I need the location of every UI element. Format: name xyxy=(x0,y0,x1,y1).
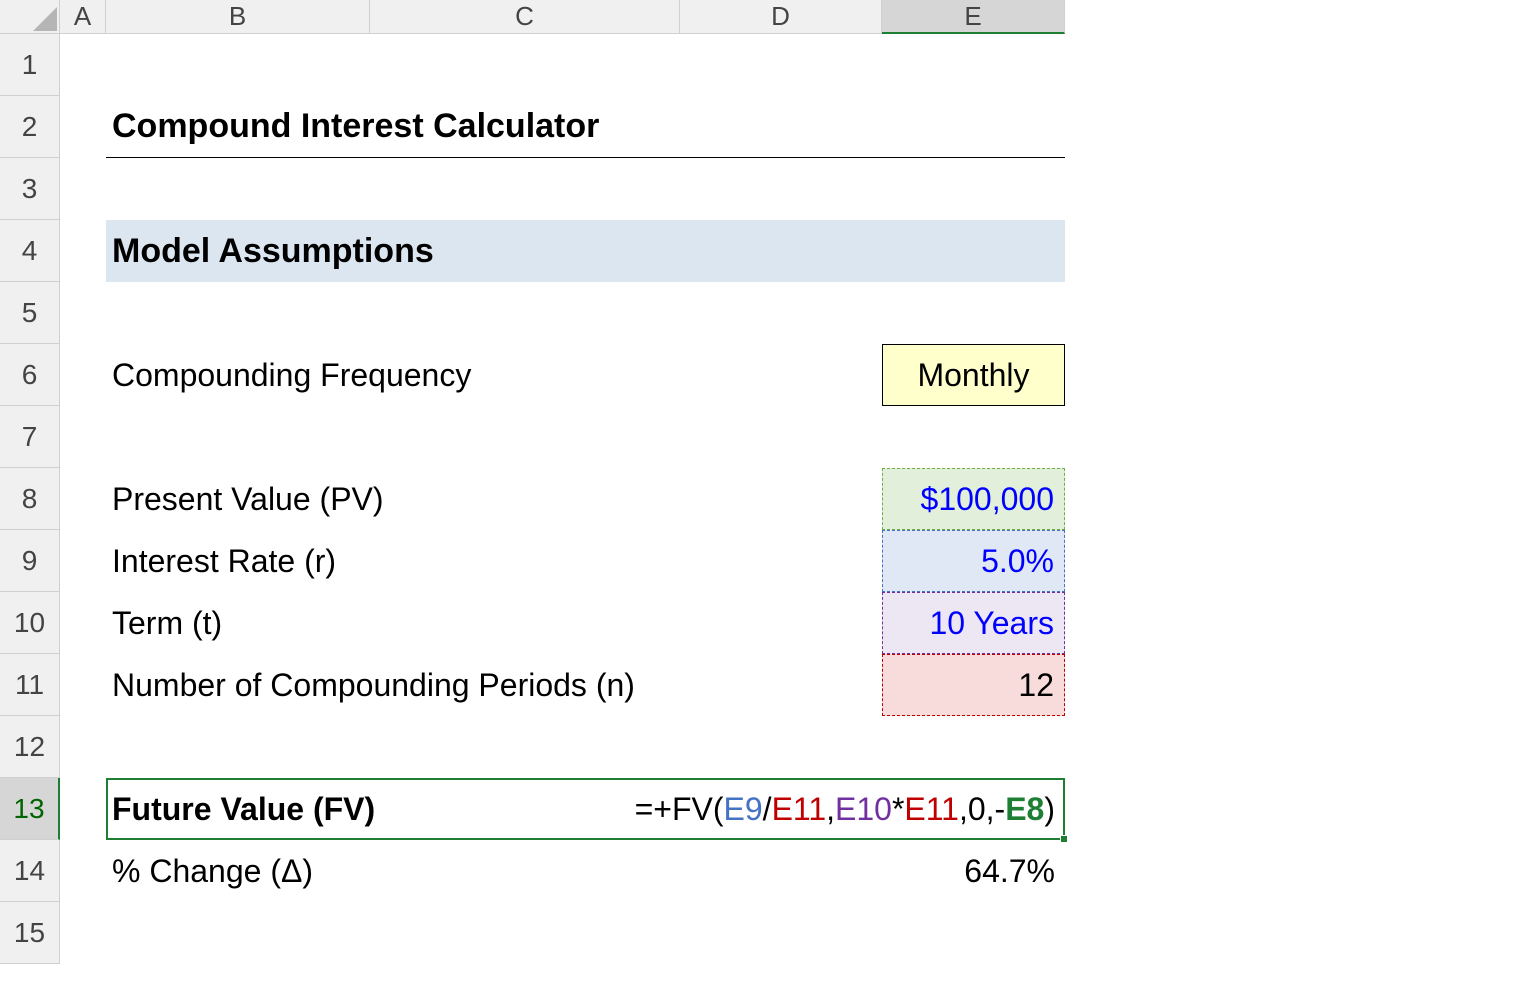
col-header-E[interactable]: E xyxy=(882,0,1065,34)
row-header-5[interactable]: 5 xyxy=(0,282,60,344)
cell-section-header[interactable]: Model Assumptions xyxy=(106,220,1065,282)
label-interest-rate[interactable]: Interest Rate (r) xyxy=(106,530,882,592)
row-header-1[interactable]: 1 xyxy=(0,34,60,96)
formula-ref-E9: E9 xyxy=(724,791,763,828)
formula-ref-E11a: E11 xyxy=(772,791,827,828)
row-header-9[interactable]: 9 xyxy=(0,530,60,592)
label-present-value[interactable]: Present Value (PV) xyxy=(106,468,882,530)
cell-pct-change[interactable]: 64.7% xyxy=(882,840,1065,902)
formula-ref-E8: E8 xyxy=(1005,791,1044,828)
row-header-11[interactable]: 11 xyxy=(0,654,60,716)
formula-prefix: =+FV( xyxy=(635,791,724,828)
formula-sep2: , xyxy=(826,791,835,828)
row-header-13[interactable]: 13 xyxy=(0,778,60,840)
row-header-2[interactable]: 2 xyxy=(0,96,60,158)
row-header-3[interactable]: 3 xyxy=(0,158,60,220)
label-future-value[interactable]: Future Value (FV) xyxy=(106,778,370,840)
select-all-corner[interactable] xyxy=(0,0,60,34)
row-header-10[interactable]: 10 xyxy=(0,592,60,654)
label-pct-change[interactable]: % Change (Δ) xyxy=(106,840,882,902)
col-header-C[interactable]: C xyxy=(370,0,680,34)
label-compounding-frequency[interactable]: Compounding Frequency xyxy=(106,344,882,406)
row-header-15[interactable]: 15 xyxy=(0,902,60,964)
formula-sep4: ,0,- xyxy=(959,791,1005,828)
cell-interest-rate[interactable]: 5.0% xyxy=(882,530,1065,592)
cell-present-value[interactable]: $100,000 xyxy=(882,468,1065,530)
formula-sep1: / xyxy=(763,791,772,828)
col-header-D[interactable]: D xyxy=(680,0,882,34)
row-header-8[interactable]: 8 xyxy=(0,468,60,530)
cell-term[interactable]: 10 Years xyxy=(882,592,1065,654)
row-header-4[interactable]: 4 xyxy=(0,220,60,282)
col-header-B[interactable]: B xyxy=(106,0,370,34)
col-header-A[interactable]: A xyxy=(60,0,106,34)
formula-sep3: * xyxy=(892,791,904,828)
cell-num-periods[interactable]: 12 xyxy=(882,654,1065,716)
formula-ref-E11b: E11 xyxy=(904,791,959,828)
row-header-14[interactable]: 14 xyxy=(0,840,60,902)
formula-ref-E10: E10 xyxy=(835,791,892,828)
cell-title[interactable]: Compound Interest Calculator xyxy=(106,96,1065,158)
label-term[interactable]: Term (t) xyxy=(106,592,882,654)
row-header-6[interactable]: 6 xyxy=(0,344,60,406)
row-header-7[interactable]: 7 xyxy=(0,406,60,468)
label-num-periods[interactable]: Number of Compounding Periods (n) xyxy=(106,654,882,716)
formula-suffix: ) xyxy=(1044,791,1055,828)
cell-compounding-frequency[interactable]: Monthly xyxy=(882,344,1065,406)
row-header-12[interactable]: 12 xyxy=(0,716,60,778)
spreadsheet-grid: A B C D E 1 2 3 4 5 6 7 8 9 10 11 12 13 … xyxy=(0,0,1065,964)
cell-future-value-formula[interactable]: =+FV(E9/E11,E10*E11,0,-E8) xyxy=(370,778,1065,840)
